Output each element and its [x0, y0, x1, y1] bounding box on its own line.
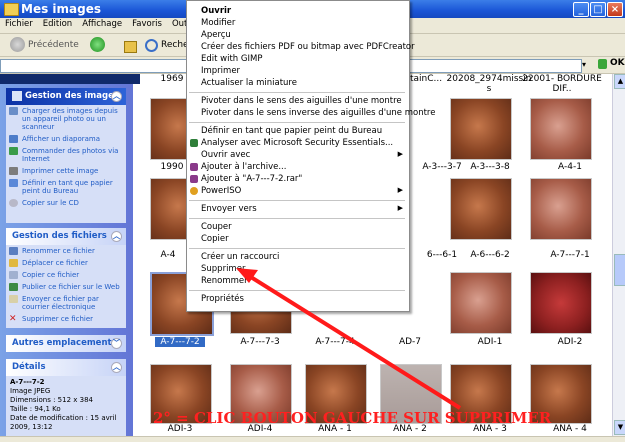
annotation-text: 2° = CLIC BOUTON GAUCHE SUR SUPPRIMER — [153, 409, 552, 427]
annotation-arrow — [236, 268, 462, 410]
